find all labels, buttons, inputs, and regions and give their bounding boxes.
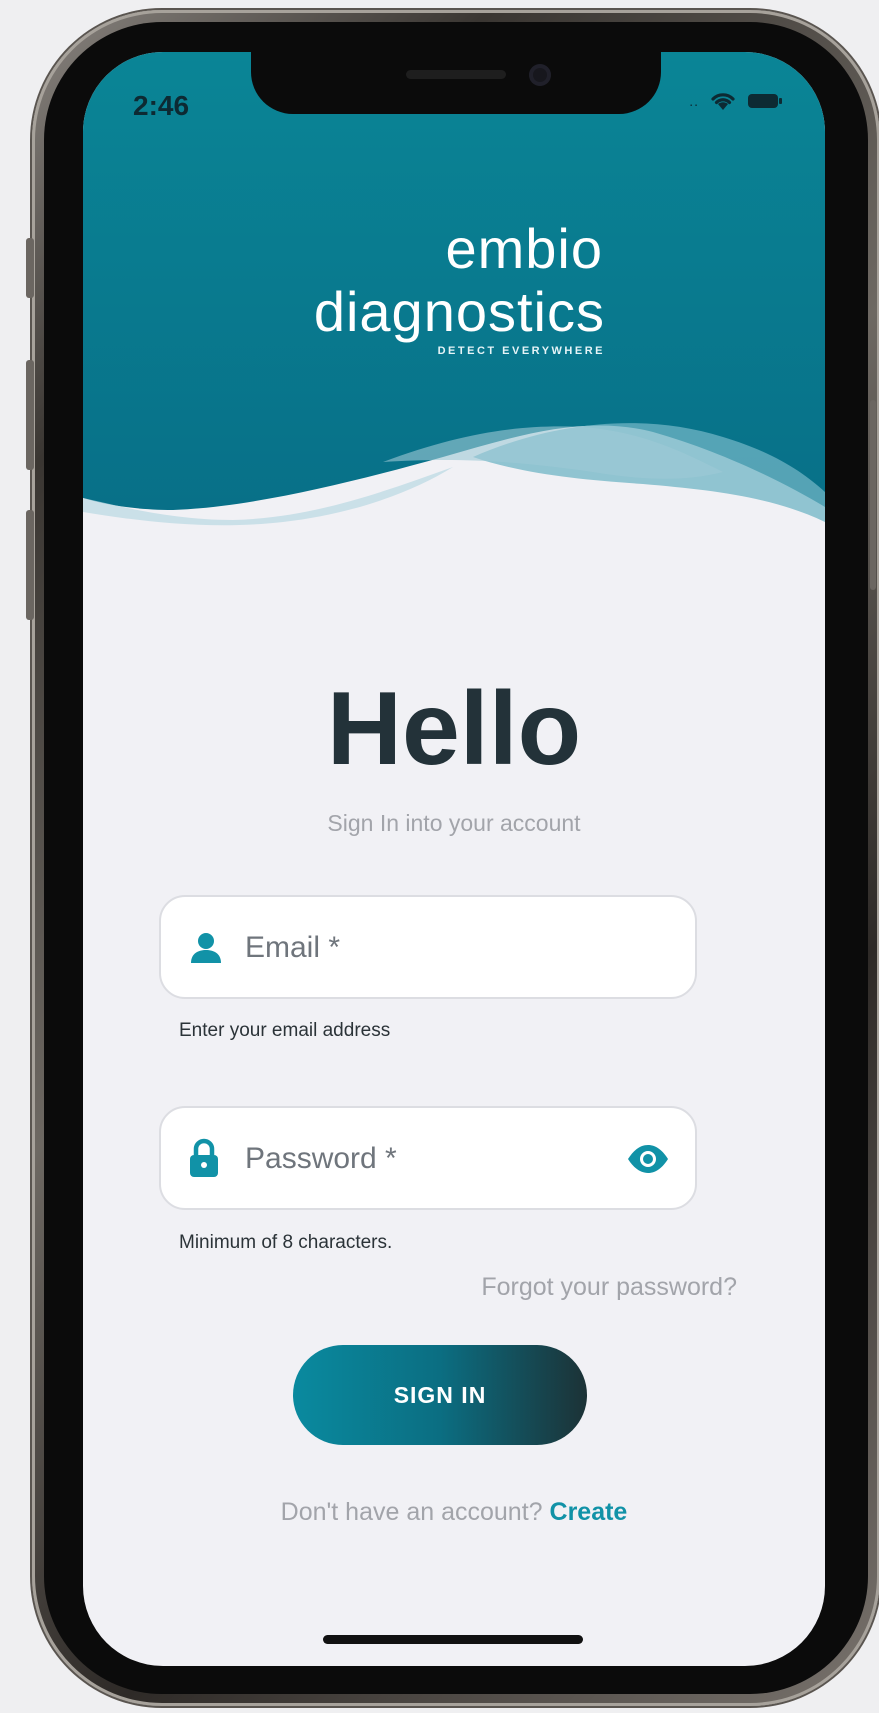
password-field[interactable] (159, 1106, 697, 1210)
user-icon (191, 933, 221, 963)
earpiece-speaker (406, 70, 506, 79)
create-account-link[interactable]: Create (550, 1498, 628, 1526)
status-time: 2:46 (133, 90, 190, 121)
email-field[interactable] (159, 895, 697, 999)
password-input[interactable] (243, 1108, 607, 1210)
wifi-icon (711, 93, 735, 110)
status-icons: .. (689, 90, 783, 112)
email-input[interactable] (243, 897, 607, 999)
logo-tagline: DETECT EVERYWHERE (437, 345, 605, 357)
password-helper-text: Minimum of 8 characters. (179, 1232, 393, 1253)
page-subtitle: Sign In into your account (327, 810, 581, 836)
forgot-password-link[interactable]: Forgot your password? (481, 1273, 737, 1302)
signup-prompt: Don't have an account? Create (83, 1498, 825, 1527)
logo-embio-mark: embio (445, 217, 603, 280)
volume-down-button (26, 510, 34, 620)
email-helper-text: Enter your email address (179, 1020, 391, 1041)
silent-switch (26, 238, 34, 298)
volume-up-button (26, 360, 34, 470)
lock-icon (190, 1138, 218, 1177)
logo-wordmark-bottom: diagnostics (313, 280, 605, 343)
home-indicator (323, 1635, 583, 1644)
page-title: Hello (326, 671, 582, 787)
sign-in-button[interactable]: SIGN IN (293, 1345, 587, 1445)
signup-prompt-text: Don't have an account? (280, 1498, 550, 1526)
logo-line1-text: embio (445, 220, 603, 280)
app-screen: 2:46 .. embio diagnostics DETECT EVERYWH… (83, 52, 825, 1666)
eye-icon[interactable] (627, 1144, 669, 1174)
battery-icon (748, 94, 782, 108)
device-notch (251, 52, 661, 114)
signal-dots-icon: .. (689, 93, 699, 109)
power-button (870, 400, 876, 590)
front-camera (529, 64, 551, 86)
